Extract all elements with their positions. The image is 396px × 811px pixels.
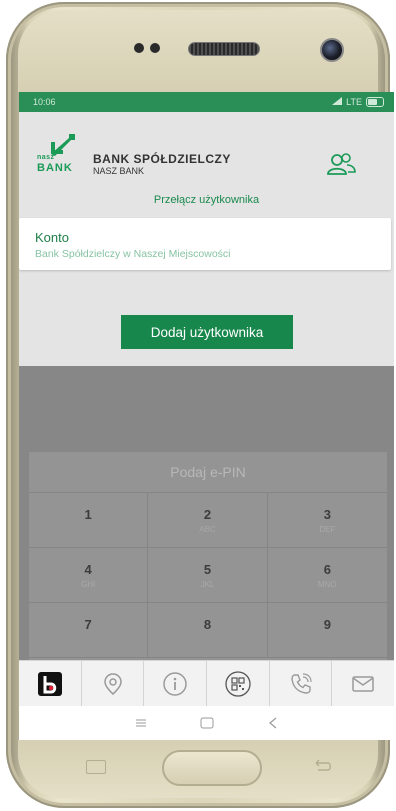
keypad-key-7[interactable]: 7 — [29, 603, 149, 658]
tab-location[interactable] — [82, 661, 145, 707]
keypad-key-4[interactable]: 4 GHI — [29, 548, 149, 603]
logo-big-text: BANK — [37, 162, 73, 174]
info-icon — [163, 672, 187, 696]
tab-phone[interactable] — [270, 661, 333, 707]
pin-keypad: 1 2 ABC 3 DEF 4 GHI 5 JKL 6 MNO 7 8 9 — [29, 493, 387, 658]
key-letters: DEF — [319, 524, 336, 534]
switch-users-icon[interactable] — [325, 152, 357, 176]
hardware-back-key-icon[interactable] — [312, 760, 332, 772]
keypad-key-6[interactable]: 6 MNO — [267, 548, 387, 603]
account-card[interactable]: Konto Bank Spółdzielczy w Naszej Miejsco… — [19, 218, 391, 270]
key-number: 1 — [84, 506, 92, 522]
logo-small-text: nasz — [37, 154, 55, 161]
home-square-icon — [200, 717, 213, 729]
qr-code-icon — [225, 671, 251, 697]
phone-icon — [290, 673, 312, 694]
menu-lines-icon — [135, 719, 146, 727]
tab-mail[interactable] — [332, 661, 394, 707]
signal-icon — [332, 97, 343, 107]
account-subtitle: Bank Spółdzielczy w Naszej Miejscowości — [35, 248, 231, 260]
keypad-key-8[interactable]: 8 — [148, 603, 268, 658]
status-bar: 10:06 LTE — [19, 92, 394, 112]
keypad-key-5[interactable]: 5 JKL — [148, 548, 268, 603]
keypad-key-3[interactable]: 3 DEF — [267, 493, 387, 548]
pin-panel: Podaj e-PIN 1 2 ABC 3 DEF 4 GHI 5 JKL 6 MNO 7… — [29, 452, 387, 660]
bank-subtitle: NASZ BANK — [93, 166, 145, 176]
key-number: 9 — [323, 616, 331, 632]
key-letters: JKL — [200, 579, 215, 589]
key-number: 3 — [323, 506, 331, 522]
account-title: Konto — [35, 230, 69, 245]
key-letters: ABC — [199, 524, 216, 534]
network-type: LTE — [346, 97, 362, 107]
home-button[interactable] — [199, 715, 215, 731]
bank-name: BANK SPÓŁDZIELCZY — [93, 152, 231, 166]
keypad-key-1[interactable]: 1 — [29, 493, 149, 548]
keypad-key-2[interactable]: 2 ABC — [148, 493, 268, 548]
key-letters: GHI — [81, 579, 96, 589]
pin-label: Podaj e-PIN — [29, 452, 387, 493]
key-number: 4 — [84, 561, 92, 577]
sensor-dot — [134, 43, 144, 53]
recent-apps-button[interactable] — [133, 715, 149, 731]
key-letters: MNO — [317, 579, 337, 589]
hardware-home-key[interactable] — [162, 750, 262, 786]
phone-screen: 10:06 LTE nasz BANK BANK SPÓŁDZIELCZY NA… — [19, 92, 394, 740]
app-header: nasz BANK BANK SPÓŁDZIELCZY NASZ BANK — [19, 112, 394, 184]
sensors — [134, 43, 160, 53]
mail-icon — [352, 676, 374, 692]
back-button[interactable] — [265, 715, 281, 731]
bank-app-icon — [37, 672, 62, 696]
android-nav-bar — [19, 706, 394, 740]
keypad-key-9[interactable]: 9 — [267, 603, 387, 658]
phone-top-bezel — [18, 10, 378, 92]
sensor-dot — [150, 43, 160, 53]
tab-qr-code[interactable] — [207, 661, 270, 707]
bottom-app-bar — [19, 660, 394, 707]
status-indicators: LTE — [332, 97, 384, 107]
battery-icon — [366, 97, 384, 107]
status-time: 10:06 — [33, 97, 56, 107]
back-chevron-icon — [268, 717, 276, 729]
tab-info[interactable] — [144, 661, 208, 707]
earpiece-speaker — [188, 42, 260, 56]
key-number: 2 — [203, 506, 212, 522]
key-number: 6 — [323, 561, 331, 577]
tab-bank-app[interactable] — [19, 661, 82, 707]
key-number: 7 — [84, 616, 92, 632]
hardware-recent-key[interactable] — [86, 760, 106, 774]
front-camera — [320, 38, 344, 62]
add-user-button[interactable]: Dodaj użytkownika — [121, 315, 293, 349]
location-pin-icon — [103, 673, 122, 695]
key-number: 8 — [203, 616, 212, 632]
switch-user-label[interactable]: Przełącz użytkownika — [19, 188, 394, 212]
key-number: 5 — [203, 561, 212, 577]
